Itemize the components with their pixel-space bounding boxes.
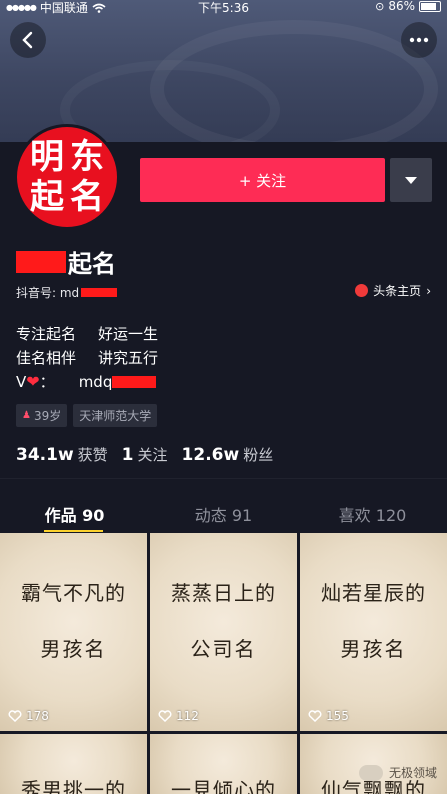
chevron-left-icon (22, 31, 33, 49)
school-label: 天津师范大学 (79, 409, 152, 423)
wechat-logo-icon (358, 764, 383, 781)
thumbnail-title: 秀男挑一的 (21, 778, 126, 794)
status-bar: ●●●●● 中国联通 下午5:36 ⊙ 86% (0, 0, 447, 15)
heart-icon: ❤ (26, 372, 40, 391)
heart-outline-icon (158, 710, 172, 722)
video-grid: 霸气不凡的 男孩名 178 蒸蒸日上的 公司名 112 灿若星辰的 男孩名 15… (0, 533, 447, 794)
stat-label: 获赞 (77, 446, 108, 464)
profile-bio: 专注起名 好运一生 佳名相伴 讲究五行 V ❤ ： mdq (16, 322, 158, 394)
bio-line: 佳名相伴 讲究五行 (16, 346, 158, 370)
video-likes: 178 (8, 709, 49, 723)
redaction-mark (112, 376, 157, 388)
profile-name: 起名 (16, 244, 116, 279)
thumbnail-title: 一見倾心的 (171, 778, 276, 794)
follow-label: + 关注 (238, 171, 287, 190)
avatar-char: 东 (70, 137, 104, 177)
profile-tags: ♟ 39岁 天津师范大学 (16, 404, 158, 427)
likes-count: 112 (176, 709, 199, 723)
toutiao-homepage-link[interactable]: 头条主页 › (355, 282, 431, 299)
battery-percent: 86% (388, 0, 415, 13)
stat-label: 粉丝 (243, 446, 274, 464)
profile-name-text: 起名 (68, 250, 116, 278)
stat-likes[interactable]: 34.1w 获赞 (16, 444, 108, 465)
bio-text: 专注起名 (16, 325, 77, 343)
female-icon: ♟ (22, 410, 31, 421)
thumbnail-subtitle: 公司名 (190, 637, 257, 661)
avatar-char: 明 (30, 137, 64, 177)
douyin-id: 抖音号: md (16, 284, 118, 301)
thumbnail-subtitle: 男孩名 (40, 637, 107, 661)
tab-likes[interactable]: 喜欢 120 (298, 490, 447, 532)
video-likes: 155 (308, 709, 349, 723)
bio-contact-value: mdq (78, 373, 113, 391)
bio-line: 专注起名 好运一生 (16, 322, 158, 346)
recommend-dropdown-button[interactable] (390, 158, 432, 202)
bio-text: 佳名相伴 (16, 349, 77, 367)
redaction-mark (81, 288, 118, 297)
video-thumbnail[interactable]: 一見倾心的 (150, 734, 297, 794)
status-right: ⊙ 86% (375, 0, 441, 13)
thumbnail-title: 灿若星辰的 (321, 581, 426, 605)
toutiao-logo-icon (355, 284, 369, 297)
stat-number: 1 (121, 445, 134, 465)
thumbnail-title: 霸气不凡的 (21, 581, 126, 605)
stat-label: 关注 (137, 446, 168, 464)
heart-outline-icon (308, 710, 322, 722)
caret-down-icon (405, 176, 417, 184)
avatar[interactable]: 明 东 起 名 (14, 124, 120, 230)
video-thumbnail[interactable]: 霸气不凡的 男孩名 178 (0, 533, 147, 731)
bio-contact-line: V ❤ ： mdq (16, 370, 158, 394)
thumbnail-title: 蒸蒸日上的 (171, 581, 276, 605)
back-button[interactable] (10, 22, 46, 58)
bio-contact-colon: ： (39, 373, 55, 391)
battery-icon (419, 0, 441, 12)
douyin-id-label: 抖音号: md (16, 286, 80, 300)
tab-activity[interactable]: 动态 91 (149, 490, 298, 532)
video-thumbnail[interactable]: 灿若星辰的 男孩名 155 (300, 533, 447, 731)
avatar-char: 起 (30, 177, 64, 217)
orientation-lock-icon: ⊙ (375, 0, 385, 13)
video-thumbnail[interactable]: 蒸蒸日上的 公司名 112 (150, 533, 297, 731)
watermark-text: 无极领域 (388, 766, 437, 780)
avatar-char: 名 (70, 177, 104, 217)
age-label: 39岁 (33, 409, 62, 423)
profile-stats: 34.1w 获赞 1 关注 12.6w 粉丝 (16, 444, 273, 465)
school-tag: 天津师范大学 (73, 404, 158, 427)
stat-followers[interactable]: 12.6w 粉丝 (182, 444, 274, 465)
watermark: 无极领域 (358, 764, 437, 781)
follow-button[interactable]: + 关注 (140, 158, 385, 202)
video-likes: 112 (158, 709, 199, 723)
age-tag: ♟ 39岁 (16, 404, 68, 427)
profile-cover (0, 0, 447, 142)
likes-count: 155 (326, 709, 349, 723)
stat-number: 12.6w (181, 445, 240, 465)
more-dots-icon (409, 37, 429, 43)
avatar-logo: 明 东 起 名 (17, 127, 117, 227)
video-thumbnail[interactable]: 秀男挑一的 (0, 734, 147, 794)
heart-outline-icon (8, 710, 22, 722)
more-button[interactable] (401, 22, 437, 58)
tab-works[interactable]: 作品 90 (0, 490, 149, 532)
bio-contact-prefix: V (16, 373, 27, 391)
toutiao-label: 头条主页 (373, 284, 422, 298)
divider (0, 478, 447, 479)
thumbnail-subtitle: 男孩名 (340, 637, 407, 661)
stat-following[interactable]: 1 关注 (122, 444, 168, 465)
stat-number: 34.1w (16, 445, 74, 465)
chevron-right-icon: › (426, 283, 431, 298)
redaction-mark (16, 250, 66, 273)
profile-tabs: 作品 90 动态 91 喜欢 120 (0, 490, 447, 532)
bio-text: 好运一生 (98, 325, 159, 343)
likes-count: 178 (26, 709, 49, 723)
bio-text: 讲究五行 (98, 349, 159, 367)
